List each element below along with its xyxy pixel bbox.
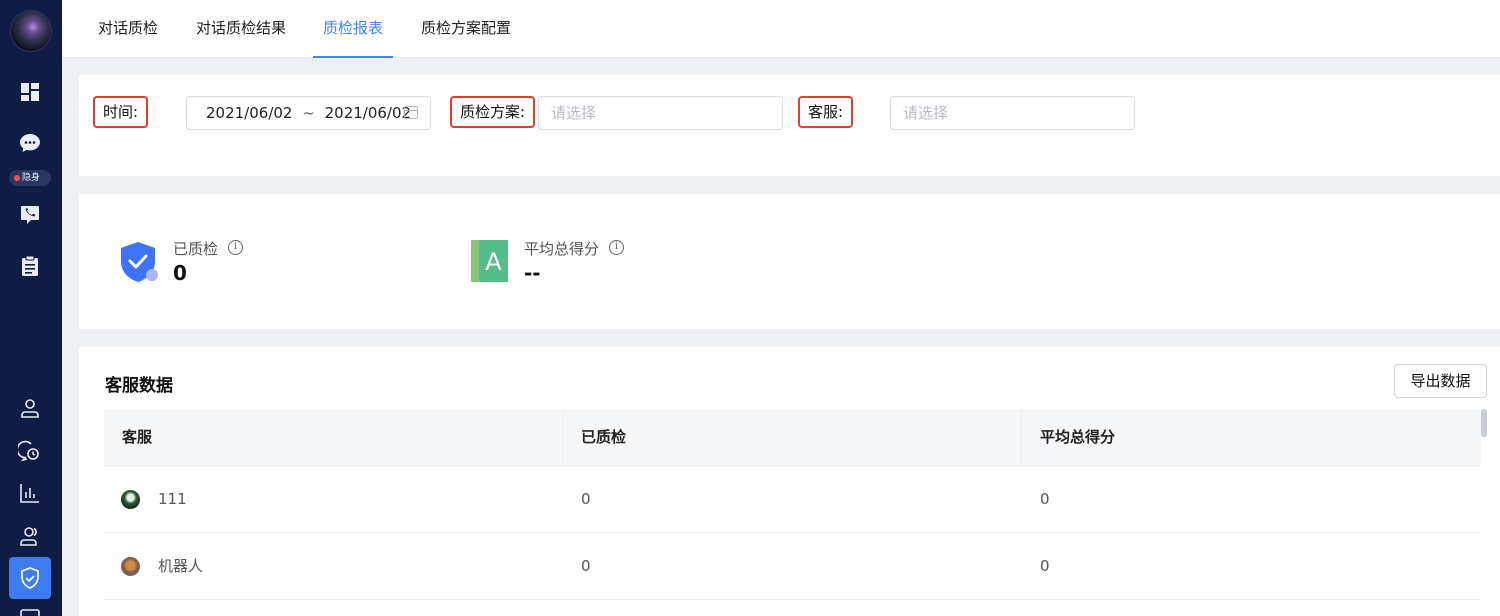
inspected-value: 0 xyxy=(173,261,187,285)
clipboard-icon[interactable] xyxy=(18,254,42,278)
table-row[interactable]: 111 0 0 xyxy=(104,466,1481,533)
avg-score-value: -- xyxy=(524,261,541,285)
inspected-label: 已质检 xyxy=(173,240,219,258)
avg-score: 0 xyxy=(1040,490,1050,508)
time-label: 时间: xyxy=(93,96,149,128)
table-scrollbar[interactable] xyxy=(1481,409,1487,437)
stats-panel: 已质检 i 0 A 平均总得分 i -- xyxy=(79,194,1500,329)
agent-data-panel: 客服数据 导出数据 客服 已质检 平均总得分 111 0 0 机器人 0 0 xyxy=(79,347,1500,616)
status-badge[interactable]: 隐身 xyxy=(9,170,51,186)
column-header-inspected[interactable]: 已质检 xyxy=(581,409,626,466)
user-icon[interactable] xyxy=(18,396,42,420)
agent-placeholder: 请选择 xyxy=(903,104,949,122)
history-icon[interactable] xyxy=(18,439,42,463)
user-avatar[interactable] xyxy=(10,10,52,52)
agent-avatar xyxy=(121,490,140,509)
chat-icon[interactable] xyxy=(18,131,42,155)
grade-a-icon: A xyxy=(471,240,508,282)
users-icon[interactable] xyxy=(18,524,42,548)
phone-chat-icon[interactable] xyxy=(18,203,42,227)
section-title: 客服数据 xyxy=(105,376,173,396)
tab-plan-config[interactable]: 质检方案配置 xyxy=(421,0,511,58)
table-header: 客服 已质检 平均总得分 xyxy=(104,409,1481,466)
agent-name: 机器人 xyxy=(158,557,204,575)
date-start: 2021/06/02 xyxy=(206,104,293,122)
table-row[interactable]: 机器人 0 0 xyxy=(104,533,1481,600)
plan-placeholder: 请选择 xyxy=(551,104,597,122)
inspected-count: 0 xyxy=(581,490,591,508)
export-button[interactable]: 导出数据 xyxy=(1394,364,1487,398)
plan-select[interactable]: 请选择 xyxy=(538,96,783,130)
column-divider xyxy=(563,409,564,466)
info-icon[interactable]: i xyxy=(609,240,624,255)
tab-dialogue-inspection[interactable]: 对话质检 xyxy=(98,0,158,58)
date-end: 2021/06/02 xyxy=(324,104,412,122)
calendar-icon xyxy=(404,106,418,119)
avg-score: 0 xyxy=(1040,557,1050,575)
message-icon[interactable] xyxy=(18,607,42,616)
inspected-count: 0 xyxy=(581,557,591,575)
filter-panel: 时间: 2021/06/02 ~ 2021/06/02 质检方案: 请选择 客服… xyxy=(79,75,1500,176)
date-range-picker[interactable]: 2021/06/02 ~ 2021/06/02 xyxy=(186,96,431,130)
column-divider xyxy=(1021,409,1022,466)
tab-inspection-report[interactable]: 质检报表 xyxy=(312,0,394,58)
dashboard-icon[interactable] xyxy=(18,80,42,104)
bar-chart-icon[interactable] xyxy=(18,481,42,505)
agent-table: 客服 已质检 平均总得分 111 0 0 机器人 0 0 xyxy=(104,409,1481,600)
avg-score-label: 平均总得分 xyxy=(524,240,600,258)
shield-check-icon xyxy=(121,242,158,282)
agent-name: 111 xyxy=(158,490,187,508)
agent-avatar xyxy=(121,557,140,576)
tab-inspection-results[interactable]: 对话质检结果 xyxy=(196,0,286,58)
info-icon[interactable]: i xyxy=(228,240,243,255)
date-separator: ~ xyxy=(302,104,315,122)
sidebar: 隐身 xyxy=(0,0,62,616)
column-header-agent[interactable]: 客服 xyxy=(122,409,152,466)
column-header-avg-score[interactable]: 平均总得分 xyxy=(1040,409,1115,466)
agent-label: 客服: xyxy=(798,96,854,128)
shield-check-icon xyxy=(21,567,39,589)
agent-select[interactable]: 请选择 xyxy=(890,96,1135,130)
top-tab-bar: 对话质检 对话质检结果 质检报表 质检方案配置 xyxy=(62,0,1500,58)
svg-text:A: A xyxy=(485,248,502,276)
plan-label: 质检方案: xyxy=(450,96,536,128)
